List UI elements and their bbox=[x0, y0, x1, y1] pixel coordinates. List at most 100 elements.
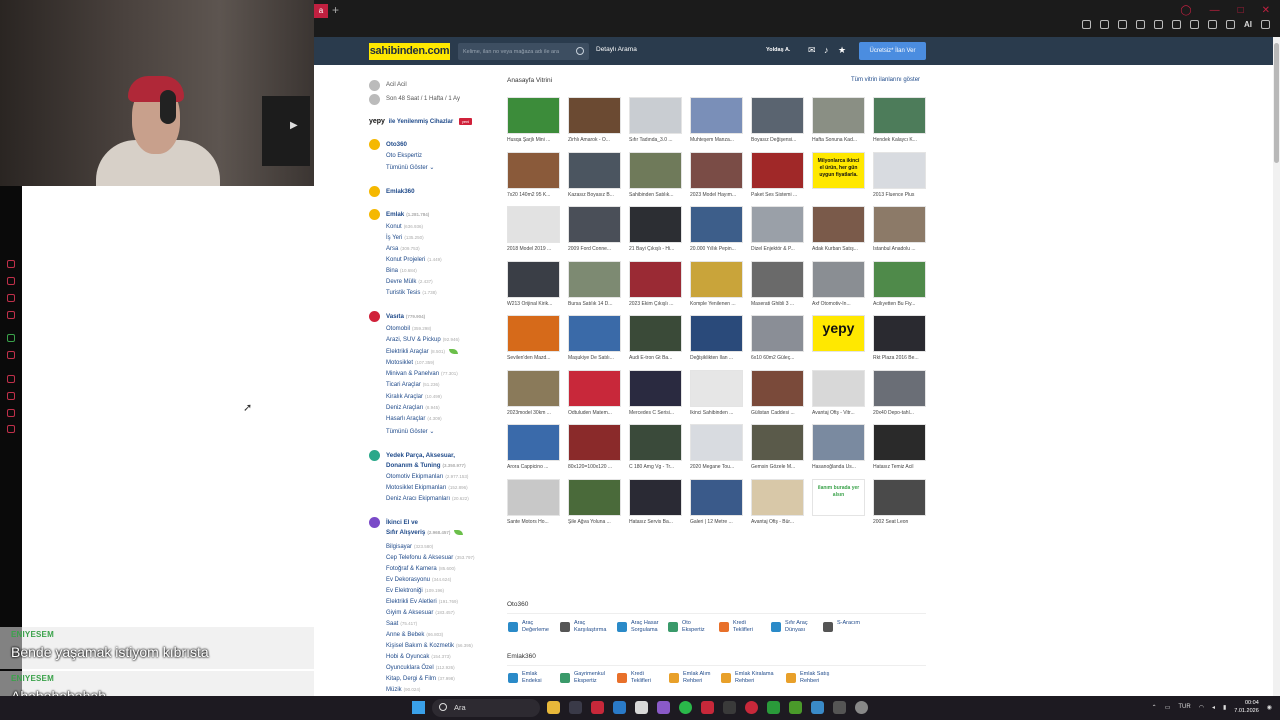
extension-icon[interactable] bbox=[1136, 20, 1145, 29]
listing-caption[interactable]: 7x20 140m2 95 K... bbox=[507, 192, 563, 198]
envelope-icon[interactable]: ✉ bbox=[808, 46, 817, 55]
sidebar-subitem[interactable]: Anne & Bebek (86.803) bbox=[386, 632, 443, 638]
sidebar-app-icon[interactable] bbox=[7, 351, 15, 359]
listing-caption[interactable]: 21 Bayi Çıkışlı - Hi... bbox=[629, 246, 685, 252]
showcase-tile[interactable]: Maşukiye De Satılı... bbox=[568, 315, 624, 365]
listing-caption[interactable]: C 180 Amg Vg - Tr... bbox=[629, 464, 685, 470]
listing-thumbnail[interactable] bbox=[690, 260, 743, 298]
listing-caption[interactable]: Zirhlı Amarok - O... bbox=[568, 137, 624, 143]
showcase-tile[interactable]: 2020 Megane Tou... bbox=[690, 424, 746, 474]
showcase-tile[interactable]: Hatasız Servis Ba... bbox=[629, 478, 685, 529]
listing-caption[interactable]: 2018 Model 2019 ... bbox=[507, 246, 563, 252]
sidebar-subitem[interactable]: Devre Mülk (2.437) bbox=[386, 279, 433, 285]
app-icon[interactable] bbox=[701, 701, 714, 714]
sidebar-subitem[interactable]: Ev Dekorasyonu (344.624) bbox=[386, 577, 451, 583]
listing-thumbnail[interactable] bbox=[568, 478, 621, 516]
listing-caption[interactable]: Kazasız Boyasız B... bbox=[568, 192, 624, 198]
whatsapp-icon[interactable] bbox=[7, 334, 15, 342]
notification-icon[interactable]: ◉ bbox=[1267, 704, 1272, 711]
showcase-tile[interactable]: Milyonlarca ikinci el ürün, her gün uygu… bbox=[812, 151, 868, 202]
listing-thumbnail[interactable] bbox=[751, 206, 804, 243]
sidebar-subitem[interactable]: Hobi & Oyuncak (154.373) bbox=[386, 654, 451, 660]
show-all-link[interactable]: Tümünü Göster ⌄ bbox=[386, 428, 434, 435]
sidebar-app-icon[interactable] bbox=[7, 277, 15, 285]
start-button[interactable] bbox=[412, 701, 425, 714]
site-logo[interactable]: sahibinden.com bbox=[369, 43, 450, 60]
showcase-tile[interactable]: Sevilen'den Mazd... bbox=[507, 315, 563, 365]
listing-thumbnail[interactable] bbox=[873, 478, 926, 516]
sidebar-app-icon[interactable] bbox=[7, 260, 15, 268]
listing-caption[interactable]: Gemsin Gözele M... bbox=[751, 464, 807, 470]
listing-caption[interactable]: Sahibinden Satılık... bbox=[629, 192, 685, 198]
app-icon[interactable] bbox=[767, 701, 780, 714]
listing-thumbnail[interactable] bbox=[690, 369, 743, 407]
listing-caption[interactable]: 20.000 Yıllık Pepin... bbox=[690, 246, 746, 252]
quick-link[interactable]: Emlak Kiralama Rehberi bbox=[721, 671, 781, 691]
sidebar-subitem[interactable]: İş Yeri (135.250) bbox=[386, 235, 424, 241]
detailed-search-link[interactable]: Detaylı Arama bbox=[596, 46, 637, 53]
sidebar-app-icon[interactable] bbox=[7, 409, 15, 417]
listing-thumbnail[interactable] bbox=[873, 151, 926, 189]
listing-thumbnail[interactable] bbox=[690, 315, 743, 352]
listing-caption[interactable]: Dizel Enjektör & P... bbox=[751, 246, 807, 252]
sidebar-app-icon[interactable] bbox=[7, 375, 15, 383]
listing-thumbnail[interactable] bbox=[568, 315, 621, 352]
showcase-tile[interactable]: Hafta Sonuna Kad... bbox=[812, 97, 868, 147]
listing-thumbnail[interactable] bbox=[751, 478, 804, 516]
listing-caption[interactable]: Sante Motors Ho... bbox=[507, 519, 563, 525]
listing-thumbnail[interactable] bbox=[690, 206, 743, 243]
taskbar-search[interactable]: Ara bbox=[432, 699, 540, 717]
showcase-tile[interactable]: Komple Yenilenen ... bbox=[690, 260, 746, 311]
network-icon[interactable]: ▭ bbox=[1165, 704, 1171, 711]
listing-thumbnail[interactable] bbox=[629, 97, 682, 134]
listing-caption[interactable]: Axf Otomotiv-In... bbox=[812, 301, 868, 307]
listing-thumbnail[interactable] bbox=[873, 369, 926, 407]
showcase-tile[interactable]: C 180 Amg Vg - Tr... bbox=[629, 424, 685, 474]
chevron-up-icon[interactable]: ⌃ bbox=[1152, 704, 1157, 711]
app-icon[interactable] bbox=[723, 701, 736, 714]
app-icon[interactable] bbox=[811, 701, 824, 714]
search-input[interactable] bbox=[458, 43, 570, 60]
sidebar-app-icon[interactable] bbox=[7, 311, 15, 319]
showcase-tile[interactable]: İkinci Sahibinden ... bbox=[690, 369, 746, 420]
listing-thumbnail[interactable] bbox=[507, 369, 560, 407]
sidebar-heading-emlak[interactable]: Emlak (1.281.784) bbox=[386, 211, 429, 218]
quick-link[interactable]: Araç Değerleme bbox=[508, 620, 568, 640]
listing-caption[interactable]: Boyasız Değişensi... bbox=[751, 137, 807, 143]
listing-caption[interactable]: Hatasız Servis Ba... bbox=[629, 519, 685, 525]
listing-thumbnail[interactable] bbox=[751, 369, 804, 407]
listing-caption[interactable]: Hendek Kalaycı K... bbox=[873, 137, 929, 143]
listing-caption[interactable]: Audi E-tron Gt Ba... bbox=[629, 355, 685, 361]
sidebar-subitem[interactable]: Ev Elektroniği (109.196) bbox=[386, 588, 444, 594]
showcase-tile[interactable]: Şile Ağva Yoluna ... bbox=[568, 478, 624, 529]
listing-caption[interactable]: Mercedes C Serisi... bbox=[629, 410, 685, 416]
sidebar-item-recent[interactable]: Son 48 Saat / 1 Hafta / 1 Ay bbox=[386, 96, 460, 102]
listing-caption[interactable]: Şile Ağva Yoluna ... bbox=[568, 519, 624, 525]
app-icon[interactable] bbox=[657, 701, 670, 714]
listing-thumbnail[interactable]: Milyonlarca ikinci el ürün, her gün uygu… bbox=[812, 151, 865, 189]
showcase-tile[interactable]: Hasanoğlanda Üs... bbox=[812, 424, 868, 474]
language-indicator[interactable]: TUR bbox=[1178, 704, 1190, 710]
listing-thumbnail[interactable] bbox=[812, 260, 865, 298]
sidebar-heading-emlak360[interactable]: Emlak360 bbox=[386, 188, 415, 195]
listing-caption[interactable]: Maserati Ghibli 3 ... bbox=[751, 301, 807, 307]
listing-caption[interactable]: 6x10 60m2 Güleç... bbox=[751, 355, 807, 361]
showcase-tile[interactable]: Acilıyetten Bu Fiy... bbox=[873, 260, 929, 311]
listing-thumbnail[interactable]: yepy bbox=[812, 315, 865, 352]
shield-icon[interactable] bbox=[1118, 20, 1127, 29]
showcase-tile[interactable]: Paket Ses Sistemi ... bbox=[751, 151, 807, 202]
showcase-tile[interactable]: 2013 Fluence Plus bbox=[873, 151, 929, 202]
listing-caption[interactable]: Maşukiye De Satılı... bbox=[568, 355, 624, 361]
wifi-icon[interactable]: ◠ bbox=[1199, 704, 1204, 711]
post-ad-button[interactable]: Ücretsiz* İlan Ver bbox=[859, 42, 926, 60]
showcase-tile[interactable]: Zirhlı Amarok - O... bbox=[568, 97, 624, 147]
app-icon[interactable] bbox=[745, 701, 758, 714]
listing-thumbnail[interactable] bbox=[812, 206, 865, 243]
browser-tab[interactable]: a bbox=[314, 4, 328, 18]
showcase-tile[interactable]: Dizel Enjektör & P... bbox=[751, 206, 807, 256]
listing-thumbnail[interactable] bbox=[751, 315, 804, 352]
listing-caption[interactable]: Komple Yenilenen ... bbox=[690, 301, 746, 307]
listing-thumbnail[interactable] bbox=[629, 151, 682, 189]
showcase-tile[interactable]: Boyasız Değişensi... bbox=[751, 97, 807, 147]
showcase-tile[interactable]: Avantaj Ofiş - Bür... bbox=[751, 478, 807, 529]
